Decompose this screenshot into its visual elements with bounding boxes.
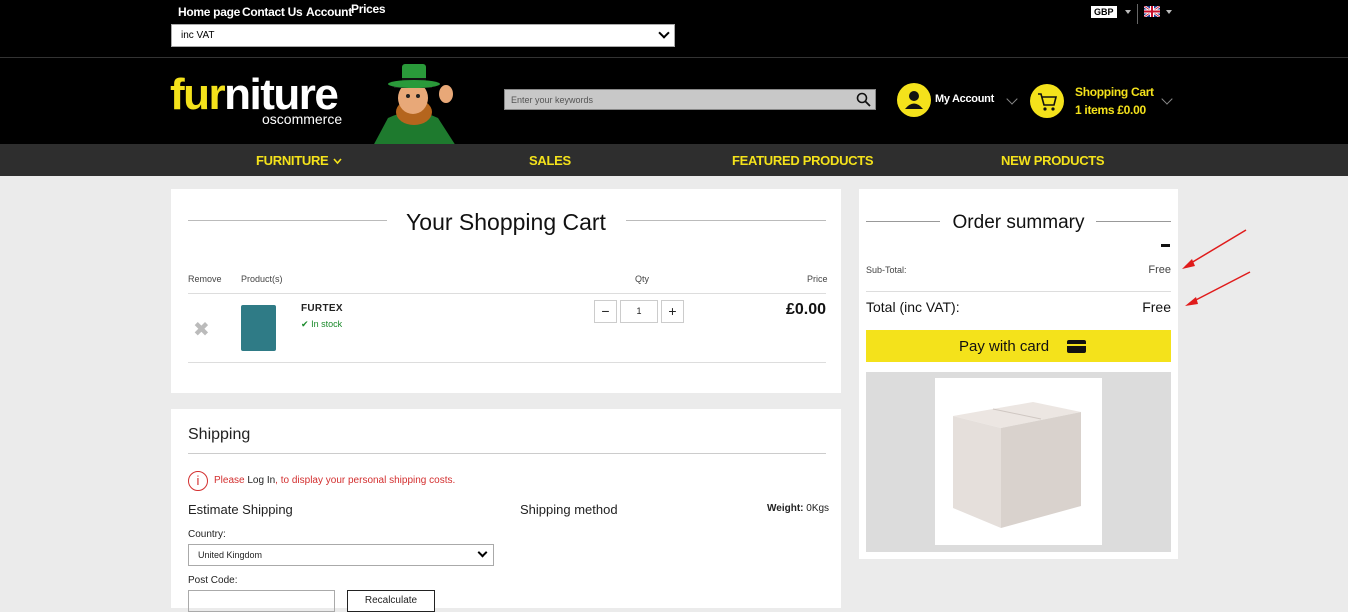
post-code-label: Post Code: [188, 575, 238, 586]
nav-item-label: FURNITURE [256, 153, 329, 168]
search-icon[interactable] [856, 92, 871, 107]
chevron-down-icon [333, 158, 342, 165]
box-image [935, 378, 1102, 545]
leprechaun-mascot-image [373, 64, 456, 146]
language-caret-icon [1166, 10, 1172, 14]
cart-summary-text[interactable]: 1 items £0.00 [1075, 103, 1146, 117]
recalculate-button[interactable]: Recalculate [347, 590, 435, 612]
vat-select-value: inc VAT [181, 30, 215, 41]
shipping-method-heading: Shipping method [520, 502, 618, 517]
product-image-box [866, 372, 1171, 552]
estimate-shipping-heading: Estimate Shipping [188, 502, 293, 517]
product-image[interactable] [241, 305, 276, 351]
account-link[interactable]: Account [306, 5, 352, 19]
login-link[interactable]: Log In [247, 475, 275, 486]
currency-caret-icon [1125, 10, 1131, 14]
order-summary-panel: Order summary Sub-Total: Free Total (inc… [859, 189, 1178, 559]
qty-decrease-button[interactable]: − [594, 300, 617, 323]
divider [188, 293, 826, 294]
chevron-down-icon[interactable] [1161, 93, 1173, 105]
checkmark-icon: ✔ [301, 319, 309, 329]
subtotal-label: Sub-Total: [866, 265, 907, 275]
remove-item-icon[interactable]: ✖ [193, 317, 210, 342]
qty-input[interactable]: 1 [620, 300, 658, 323]
nav-item-featured-products[interactable]: FEATURED PRODUCTS [732, 153, 874, 168]
shipping-panel: Shipping i Please Log In, to display you… [171, 409, 841, 612]
page-title: Your Shopping Cart [406, 209, 606, 235]
country-select[interactable]: United Kingdom [188, 544, 494, 566]
account-icon[interactable] [897, 83, 931, 117]
contact-us-link[interactable]: Contact Us [242, 5, 303, 19]
logo-text-part: fu [170, 70, 210, 119]
divider [188, 362, 826, 363]
nav-item-new-products[interactable]: NEW PRODUCTS [1001, 153, 1105, 168]
chevron-down-icon [477, 547, 488, 558]
login-message-text: , to display your personal shipping cost… [275, 475, 456, 486]
stock-status-label: In stock [311, 319, 343, 329]
pay-button-label: Pay with card [959, 338, 1050, 355]
shopping-cart-panel: Your Shopping Cart Remove Product(s) Qty… [171, 189, 841, 393]
vat-select[interactable]: inc VAT [171, 24, 675, 47]
annotation-arrows [1182, 229, 1251, 306]
weight-info: Weight: 0Kgs [767, 503, 829, 514]
country-value: United Kingdom [198, 550, 263, 560]
search-placeholder: Enter your keywords [511, 95, 594, 105]
shipping-title: Shipping [188, 426, 251, 443]
login-message-text: Please [214, 475, 245, 486]
nav-item-sales[interactable]: SALES [529, 153, 571, 168]
column-header-remove: Remove [188, 274, 222, 284]
login-message: Please Log In, to display your personal … [214, 475, 455, 486]
total-label: Total (inc VAT): [866, 299, 960, 315]
pay-with-card-button[interactable]: Pay with card [866, 330, 1171, 362]
product-name[interactable]: FURTEX [301, 303, 343, 314]
credit-card-icon [1067, 340, 1086, 353]
post-code-input[interactable] [188, 590, 335, 612]
divider [866, 291, 1171, 292]
site-header: furniture oscommerce Enter your keywords… [0, 57, 1348, 146]
column-header-products: Product(s) [241, 274, 283, 284]
total-value: Free [1142, 299, 1171, 315]
chevron-down-icon[interactable] [1006, 93, 1018, 105]
subtotal-value: Free [1148, 264, 1171, 276]
my-account-link[interactable]: My Account [935, 93, 994, 105]
uk-flag-icon[interactable] [1144, 6, 1160, 17]
main-nav: FURNITURE SALES FEATURED PRODUCTS NEW PR… [0, 144, 1348, 176]
currency-selector[interactable]: GBP [1091, 6, 1117, 18]
item-price: £0.00 [785, 301, 826, 318]
logo-subtitle: oscommerce [262, 111, 343, 127]
column-header-price: Price [807, 274, 828, 284]
home-page-link[interactable]: Home page [178, 5, 240, 19]
stock-status: ✔ In stock [301, 319, 342, 330]
chevron-down-icon [658, 27, 670, 39]
order-summary-title: Order summary [952, 212, 1085, 233]
weight-label: Weight: [767, 503, 804, 514]
weight-value: 0Kgs [806, 503, 830, 514]
prices-label: Prices [351, 2, 386, 16]
column-header-qty: Qty [635, 274, 650, 284]
top-bar: Home page Contact Us Account Prices inc … [0, 0, 1348, 57]
logo-text-part: r [208, 70, 226, 119]
shopping-cart-link[interactable]: Shopping Cart [1075, 85, 1154, 99]
cart-icon[interactable] [1030, 84, 1064, 118]
divider [188, 453, 826, 454]
info-icon: i [188, 471, 208, 491]
divider [1137, 4, 1138, 24]
collapse-icon[interactable] [1161, 244, 1170, 247]
country-label: Country: [188, 529, 226, 540]
nav-item-furniture[interactable]: FURNITURE [256, 153, 342, 168]
qty-increase-button[interactable]: + [661, 300, 684, 323]
search-input[interactable]: Enter your keywords [504, 89, 876, 110]
